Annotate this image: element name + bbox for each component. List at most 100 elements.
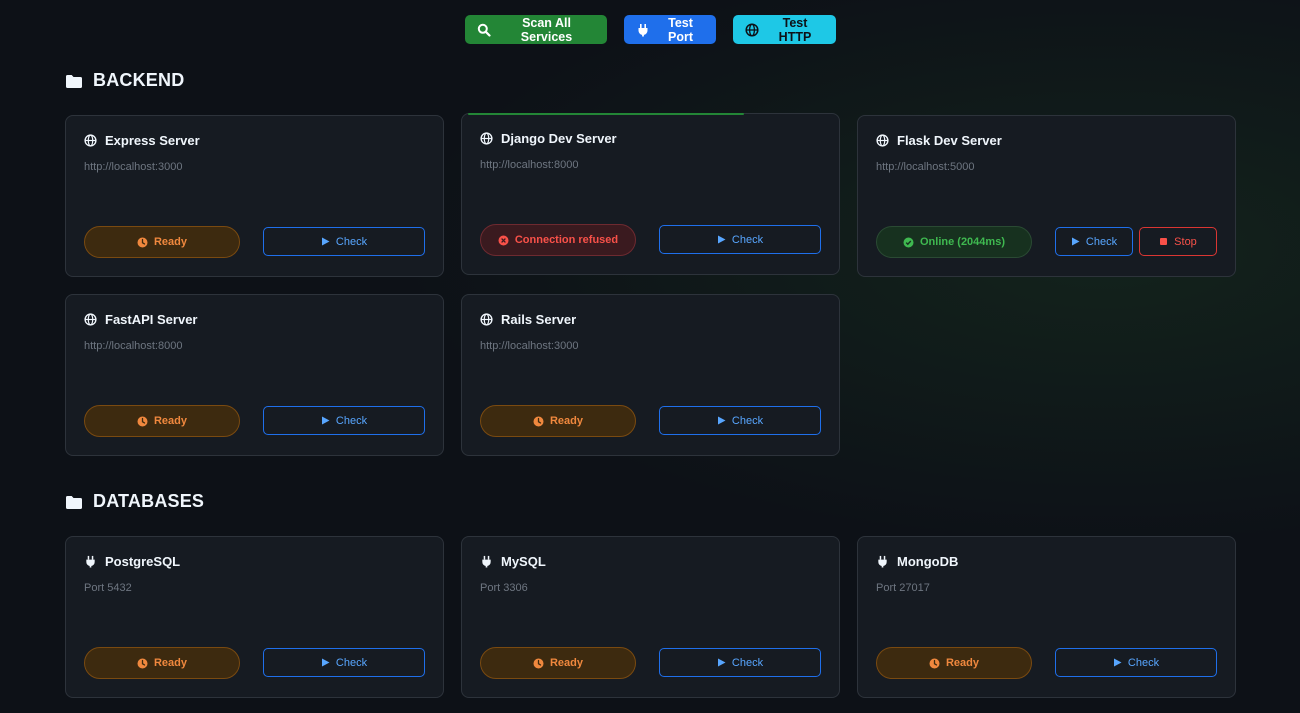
test-http-button[interactable]: Test HTTP bbox=[732, 15, 836, 44]
status-badge: Ready bbox=[84, 647, 240, 679]
service-name: Flask Dev Server bbox=[876, 133, 1002, 148]
check-circle-icon bbox=[903, 237, 914, 248]
service-name-label: MongoDB bbox=[897, 554, 959, 569]
status-badge: Ready bbox=[480, 405, 636, 437]
play-icon bbox=[321, 658, 330, 667]
status-label: Ready bbox=[549, 415, 584, 427]
play-icon bbox=[321, 237, 330, 246]
status-label: Connection refused bbox=[514, 234, 619, 246]
service-name-label: Flask Dev Server bbox=[897, 133, 1002, 148]
scan-all-services-button[interactable]: Scan All Services bbox=[464, 15, 607, 44]
clock-icon bbox=[929, 658, 940, 669]
test-http-label: Test HTTP bbox=[778, 15, 812, 44]
check-button[interactable]: Check bbox=[659, 648, 821, 677]
folder-icon bbox=[65, 494, 83, 509]
status-badge: Ready bbox=[480, 647, 636, 679]
service-card-express: Express Server http://localhost:3000 Rea… bbox=[65, 115, 444, 277]
service-name-label: Django Dev Server bbox=[501, 131, 617, 146]
play-icon bbox=[717, 658, 726, 667]
service-port: Port 3306 bbox=[480, 582, 528, 594]
service-card-fastapi: FastAPI Server http://localhost:8000 Rea… bbox=[65, 294, 444, 456]
stop-icon bbox=[1159, 237, 1168, 246]
play-icon bbox=[321, 416, 330, 425]
service-name: Express Server bbox=[84, 133, 200, 148]
check-button[interactable]: Check bbox=[659, 225, 821, 254]
globe-icon bbox=[480, 313, 493, 326]
globe-icon bbox=[876, 134, 889, 147]
status-label: Ready bbox=[153, 415, 188, 427]
check-label: Check bbox=[335, 656, 368, 669]
service-name-label: Express Server bbox=[105, 133, 200, 148]
status-badge: Connection refused bbox=[480, 224, 636, 256]
plug-icon bbox=[876, 555, 889, 568]
clock-icon bbox=[137, 237, 148, 248]
service-name-label: FastAPI Server bbox=[105, 312, 198, 327]
section-title-label: DATABASES bbox=[93, 491, 205, 511]
check-button[interactable]: Check bbox=[659, 406, 821, 435]
service-card-mysql: MySQL Port 3306 Ready Check bbox=[461, 536, 840, 698]
service-name: PostgreSQL bbox=[84, 554, 180, 569]
check-button[interactable]: Check bbox=[263, 648, 425, 677]
service-name: MySQL bbox=[480, 554, 546, 569]
plug-icon bbox=[480, 555, 493, 568]
status-label: Ready bbox=[153, 236, 188, 248]
service-card-flask: Flask Dev Server http://localhost:5000 O… bbox=[857, 115, 1236, 277]
service-port: Port 5432 bbox=[84, 582, 132, 594]
globe-icon bbox=[744, 22, 759, 37]
play-icon bbox=[717, 235, 726, 244]
service-name: Rails Server bbox=[480, 312, 576, 327]
play-icon bbox=[1071, 237, 1080, 246]
play-icon bbox=[717, 416, 726, 425]
test-port-button[interactable]: Test Port bbox=[623, 15, 716, 44]
service-name-label: PostgreSQL bbox=[105, 554, 181, 569]
status-badge: Ready bbox=[84, 226, 240, 258]
section-title-label: BACKEND bbox=[93, 70, 185, 90]
service-name: MongoDB bbox=[876, 554, 958, 569]
play-icon bbox=[1113, 658, 1122, 667]
test-port-label: Test Port bbox=[668, 15, 693, 44]
status-label: Online (2044ms) bbox=[920, 236, 1005, 248]
check-button[interactable]: Check bbox=[263, 406, 425, 435]
service-card-postgresql: PostgreSQL Port 5432 Ready Check bbox=[65, 536, 444, 698]
service-url: http://localhost:8000 bbox=[480, 159, 579, 171]
check-label: Check bbox=[335, 414, 368, 427]
service-port: Port 27017 bbox=[876, 582, 930, 594]
section-title-backend: BACKEND bbox=[65, 70, 184, 91]
plug-icon bbox=[636, 23, 650, 37]
status-label: Ready bbox=[153, 657, 188, 669]
clock-icon bbox=[533, 658, 544, 669]
service-card-rails: Rails Server http://localhost:3000 Ready… bbox=[461, 294, 840, 456]
status-badge: Ready bbox=[876, 647, 1032, 679]
service-url: http://localhost:8000 bbox=[84, 340, 183, 352]
clock-icon bbox=[137, 416, 148, 427]
service-name-label: MySQL bbox=[501, 554, 546, 569]
check-label: Check bbox=[335, 235, 368, 248]
check-button[interactable]: Check bbox=[1055, 648, 1217, 677]
globe-icon bbox=[84, 134, 97, 147]
check-button[interactable]: Check bbox=[263, 227, 425, 256]
check-label: Check bbox=[731, 414, 764, 427]
plug-icon bbox=[84, 555, 97, 568]
service-name: FastAPI Server bbox=[84, 312, 198, 327]
service-url: http://localhost:3000 bbox=[480, 340, 579, 352]
check-label: Check bbox=[1085, 235, 1118, 248]
service-card-django: Django Dev Server http://localhost:8000 … bbox=[461, 113, 840, 275]
service-url: http://localhost:5000 bbox=[876, 161, 975, 173]
clock-icon bbox=[533, 416, 544, 427]
check-button[interactable]: Check bbox=[1055, 227, 1133, 256]
stop-button[interactable]: Stop bbox=[1139, 227, 1217, 256]
check-label: Check bbox=[1127, 656, 1160, 669]
service-url: http://localhost:3000 bbox=[84, 161, 183, 173]
status-label: Ready bbox=[945, 657, 980, 669]
toolbar: Scan All Services Test Port Test HTTP bbox=[0, 15, 1300, 44]
service-card-mongodb: MongoDB Port 27017 Ready Check bbox=[857, 536, 1236, 698]
scan-all-services-label: Scan All Services bbox=[520, 15, 573, 44]
globe-icon bbox=[84, 313, 97, 326]
search-icon bbox=[477, 23, 491, 37]
service-name-label: Rails Server bbox=[501, 312, 577, 327]
check-label: Check bbox=[731, 233, 764, 246]
x-circle-icon bbox=[498, 235, 509, 246]
section-title-databases: DATABASES bbox=[65, 491, 204, 512]
check-label: Check bbox=[731, 656, 764, 669]
status-badge: Ready bbox=[84, 405, 240, 437]
